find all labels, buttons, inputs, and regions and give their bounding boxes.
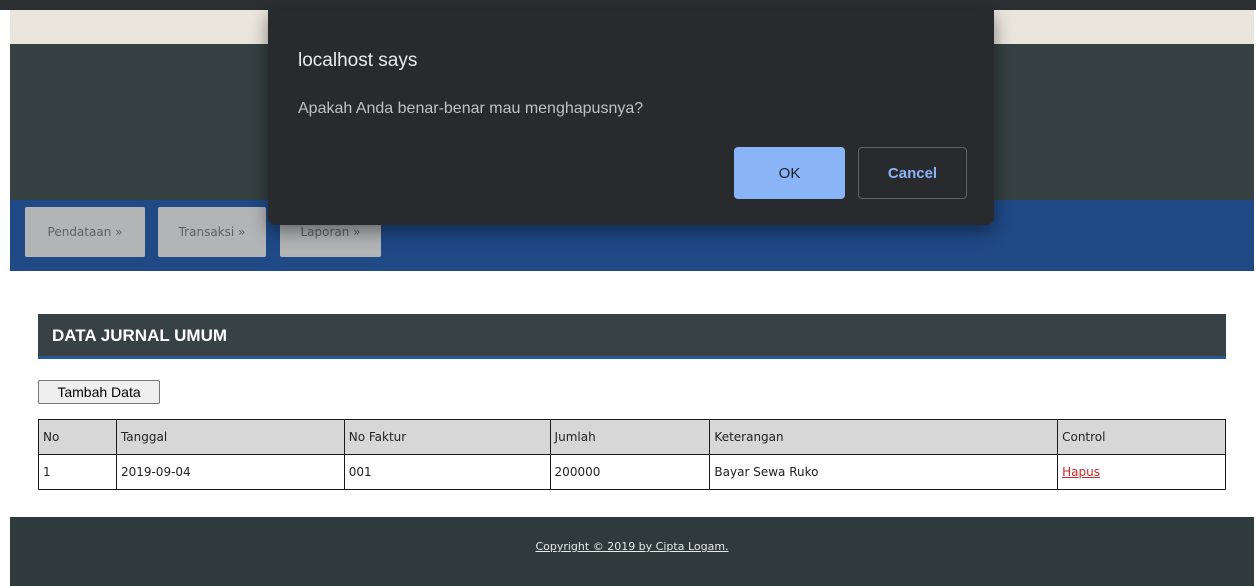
confirm-dialog: localhost says Apakah Anda benar-benar m…: [268, 10, 994, 225]
column-header-no-faktur: No Faktur: [343, 419, 551, 455]
cell-tanggal: 2019-09-04: [115, 454, 345, 490]
nav-item-pendataan[interactable]: Pendataan »: [25, 207, 145, 257]
delete-link[interactable]: Hapus: [1062, 465, 1100, 479]
footer-copyright-link[interactable]: Copyright © 2019 by Cipta Logam.: [10, 540, 1254, 553]
table-header-row: No Tanggal No Faktur Jumlah Keterangan C…: [38, 419, 1226, 455]
column-header-keterangan: Keterangan: [709, 419, 1059, 455]
cell-no-faktur: 001: [343, 454, 551, 490]
column-header-no: No: [38, 419, 117, 455]
browser-top-strip: [0, 0, 1256, 10]
journal-table: No Tanggal No Faktur Jumlah Keterangan C…: [38, 419, 1226, 490]
section-title: DATA JURNAL UMUM: [38, 314, 1226, 359]
dialog-title: localhost says: [298, 50, 418, 71]
add-data-button[interactable]: Tambah Data: [38, 380, 160, 404]
ok-button[interactable]: OK: [734, 147, 845, 199]
nav-item-transaksi[interactable]: Transaksi »: [158, 207, 266, 257]
cell-jumlah: 200000: [549, 454, 711, 490]
table-row: 1 2019-09-04 001 200000 Bayar Sewa Ruko …: [38, 454, 1226, 490]
column-header-control: Control: [1057, 419, 1226, 455]
cell-keterangan: Bayar Sewa Ruko: [709, 454, 1059, 490]
dialog-message: Apakah Anda benar-benar mau menghapusnya…: [298, 100, 644, 117]
column-header-jumlah: Jumlah: [549, 419, 711, 455]
cancel-button[interactable]: Cancel: [858, 147, 967, 199]
column-header-tanggal: Tanggal: [115, 419, 345, 455]
cell-no: 1: [38, 454, 117, 490]
cell-control: Hapus: [1057, 454, 1226, 490]
